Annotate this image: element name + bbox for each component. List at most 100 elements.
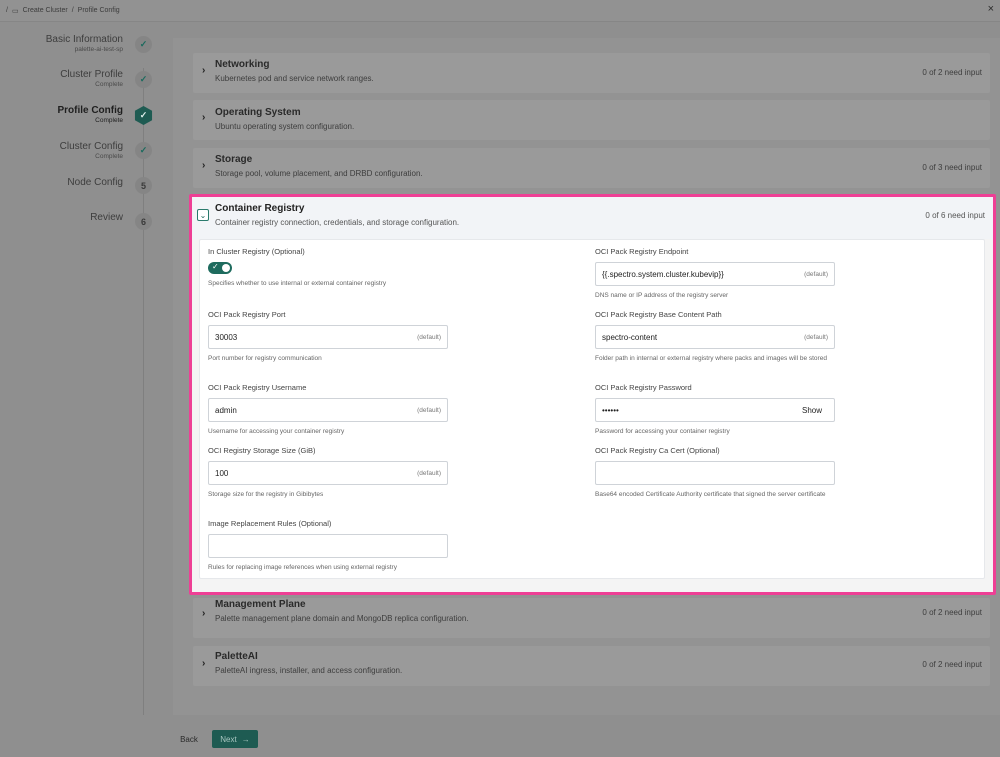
field-help: Port number for registry communication (208, 355, 322, 362)
section-desc: Container registry connection, credentia… (215, 218, 460, 227)
image-replacement-rules-field: Image Replacement Rules (Optional) Rules… (208, 519, 448, 573)
breadcrumb-current: Profile Config (77, 7, 120, 14)
input-value: {{.spectro.system.cluster.kubevip}} (602, 269, 724, 279)
section-desc: Kubernetes pod and service network range… (215, 74, 374, 83)
step-review[interactable]: Review (90, 212, 123, 223)
field-label: In Cluster Registry (Optional) (208, 247, 305, 256)
breadcrumb-separator: / (71, 7, 74, 14)
registry-username-field: OCI Pack Registry Username admin (defaul… (208, 383, 448, 437)
section-operating-system[interactable]: › Operating System Ubuntu operating syst… (193, 100, 990, 140)
chevron-right-icon: › (202, 160, 206, 171)
breadcrumb-create-cluster[interactable]: Create Cluster (23, 7, 68, 14)
step-name: Cluster Profile (60, 69, 123, 80)
step-number-badge: 6 (135, 213, 152, 230)
step-cluster-profile[interactable]: Cluster Profile Complete (60, 69, 123, 88)
section-desc: Storage pool, volume placement, and DRBD… (215, 169, 423, 178)
registry-username-input[interactable]: admin (default) (208, 398, 448, 422)
field-label: OCI Pack Registry Base Content Path (595, 310, 722, 319)
registry-form: In Cluster Registry (Optional) ✓ Specifi… (199, 239, 985, 579)
chevron-right-icon: › (202, 65, 206, 76)
in-cluster-registry-toggle[interactable]: ✓ (208, 262, 232, 274)
section-desc: Ubuntu operating system configuration. (215, 122, 355, 131)
field-label: OCI Pack Registry Port (208, 310, 286, 319)
step-cluster-config[interactable]: Cluster Config Complete (60, 141, 123, 160)
back-button[interactable]: Back (173, 730, 205, 748)
registry-endpoint-input[interactable]: {{.spectro.system.cluster.kubevip}} (def… (595, 262, 835, 286)
input-value: •••••• (602, 405, 619, 415)
step-name: Node Config (67, 177, 123, 188)
field-help: Password for accessing your container re… (595, 428, 730, 435)
breadcrumb: / ▭ Create Cluster / Profile Config (6, 7, 120, 15)
stepper-line (143, 68, 144, 733)
check-icon: ✓ (135, 36, 152, 53)
step-number-badge: 5 (135, 177, 152, 194)
registry-base-path-field: OCI Pack Registry Base Content Path spec… (595, 310, 835, 364)
registry-password-field: OCI Pack Registry Password •••••• Show P… (595, 383, 835, 437)
step-profile-config[interactable]: Profile Config Complete (57, 105, 123, 124)
section-networking[interactable]: › Networking Kubernetes pod and service … (193, 53, 990, 93)
input-value: spectro-content (602, 332, 658, 342)
input-value: 100 (215, 468, 229, 478)
chevron-down-icon[interactable]: ⌄ (197, 209, 209, 221)
section-status: 0 of 3 need input (922, 163, 982, 172)
check-icon: ✓ (212, 262, 219, 271)
registry-storage-size-input[interactable]: 100 (default) (208, 461, 448, 485)
registry-storage-size-field: OCI Registry Storage Size (GiB) 100 (def… (208, 446, 448, 500)
section-title: Networking (215, 59, 270, 70)
section-management-plane[interactable]: › Management Plane Palette management pl… (193, 598, 990, 638)
image-replacement-rules-input[interactable] (208, 534, 448, 558)
field-label: OCI Pack Registry Endpoint (595, 247, 689, 256)
arrow-right-icon: → (241, 734, 250, 744)
section-storage[interactable]: › Storage Storage pool, volume placement… (193, 148, 990, 188)
registry-endpoint-field: OCI Pack Registry Endpoint {{.spectro.sy… (595, 247, 835, 301)
field-help: Username for accessing your container re… (208, 428, 345, 435)
section-header[interactable]: ⌄ Container Registry Container registry … (192, 197, 993, 239)
next-button[interactable]: Next → (212, 730, 258, 748)
input-value: 30003 (215, 332, 238, 342)
registry-ca-cert-input[interactable] (595, 461, 835, 485)
check-icon: ✓ (134, 106, 153, 125)
cluster-icon: ▭ (11, 7, 19, 15)
registry-base-path-input[interactable]: spectro-content (default) (595, 325, 835, 349)
section-status: 0 of 6 need input (925, 211, 985, 220)
step-name: Profile Config (57, 105, 123, 116)
check-icon: ✓ (135, 71, 152, 88)
step-name: Cluster Config (59, 141, 123, 152)
section-status: 0 of 2 need input (922, 660, 982, 669)
section-title: Management Plane (215, 599, 306, 610)
wizard-footer (0, 715, 1000, 757)
section-paletteai[interactable]: › PaletteAI PaletteAI ingress, installer… (193, 646, 990, 686)
registry-password-input[interactable]: •••••• Show (595, 398, 835, 422)
field-label: OCI Registry Storage Size (GiB) (208, 446, 316, 455)
next-label: Next (220, 734, 237, 744)
step-sub: palette-ai-test-sp (74, 46, 123, 53)
registry-port-field: OCI Pack Registry Port 30003 (default) P… (208, 310, 448, 364)
registry-port-input[interactable]: 30003 (default) (208, 325, 448, 349)
section-desc: Palette management plane domain and Mong… (215, 614, 469, 623)
section-title: Container Registry (215, 203, 305, 214)
field-help: DNS name or IP address of the registry s… (595, 292, 729, 299)
field-help: Specifies whether to use internal or ext… (208, 280, 387, 287)
section-title: Storage (215, 154, 253, 165)
close-icon[interactable]: × (988, 3, 994, 15)
step-node-config[interactable]: Node Config (67, 177, 123, 188)
step-basic-information[interactable]: Basic Information palette-ai-test-sp (46, 34, 123, 53)
section-desc: PaletteAI ingress, installer, and access… (215, 666, 403, 675)
show-password-button[interactable]: Show (802, 406, 822, 415)
step-name: Review (90, 212, 123, 223)
registry-ca-cert-field: OCI Pack Registry Ca Cert (Optional) Bas… (595, 446, 835, 500)
section-title: PaletteAI (215, 651, 258, 662)
in-cluster-registry-field: In Cluster Registry (Optional) ✓ Specifi… (208, 247, 448, 289)
default-tag: (default) (417, 333, 441, 341)
section-title: Operating System (215, 107, 301, 118)
field-help: Folder path in internal or external regi… (595, 355, 827, 362)
field-help: Storage size for the registry in Gibibyt… (208, 491, 324, 498)
chevron-right-icon: › (202, 112, 206, 123)
default-tag: (default) (417, 469, 441, 477)
input-value: admin (215, 405, 237, 415)
section-container-registry: ⌄ Container Registry Container registry … (189, 194, 996, 595)
default-tag: (default) (804, 333, 828, 341)
top-bar: / ▭ Create Cluster / Profile Config × (0, 0, 1000, 22)
breadcrumb-separator: / (6, 7, 8, 14)
section-status: 0 of 2 need input (922, 68, 982, 77)
